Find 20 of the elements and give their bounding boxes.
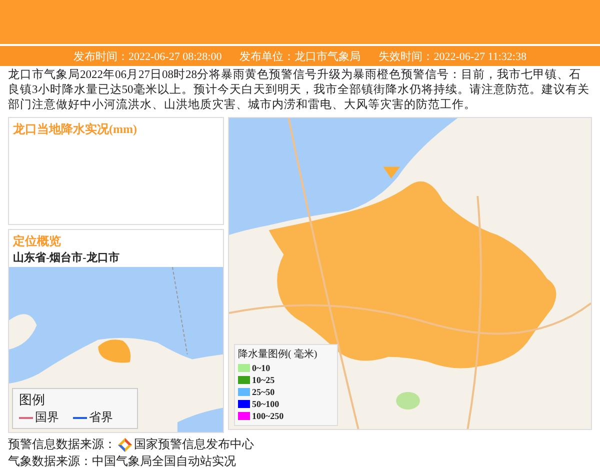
publish-time: 发布时间：2022-06-27 08:28:00	[74, 50, 222, 64]
legend-label: 国界	[35, 409, 59, 426]
panel-title: 定位概览	[12, 233, 62, 250]
legend-title: 降水量图例( 毫米)	[238, 348, 318, 361]
region-path: 山东省-烟台市-龙口市	[12, 250, 120, 266]
legend-label: 0~10	[252, 363, 270, 373]
weather-data-source: 气象数据来源：中国气象局全国自动站实况	[8, 454, 237, 468]
panel-title: 龙口当地降水实况(mm)	[12, 121, 138, 138]
legend-title: 图例	[19, 391, 46, 409]
source-name: 国家预警信息发布中心	[134, 436, 254, 453]
source-label: 预警信息数据来源：	[8, 436, 116, 453]
legend-label: 10~25	[252, 375, 275, 385]
legend-label: 省界	[89, 409, 113, 426]
publisher: 发布单位：龙口市气象局	[240, 50, 361, 64]
legend-label: 25~50	[252, 387, 275, 397]
warning-description: 龙口市气象局2022年06月27日08时28分将暴雨黄色预警信号升级为暴雨橙色预警信号：目前，我市七甲镇、石良镇3小时降水量已达50毫米以上。预计今天白天到明天，我市全部镇街降水仍将持续。请注意防范。建议有关部门注意做好中小河流洪水、山洪地质灾害、城市内涝和雷电、大风等灾害的防范工作。	[8, 68, 590, 113]
legend-label: 100~250	[252, 411, 284, 421]
expire-time: 失效时间：2022-06-27 11:32:38	[378, 50, 526, 64]
legend-label: 50~100	[252, 399, 280, 409]
diamond-logo-icon	[118, 438, 132, 452]
